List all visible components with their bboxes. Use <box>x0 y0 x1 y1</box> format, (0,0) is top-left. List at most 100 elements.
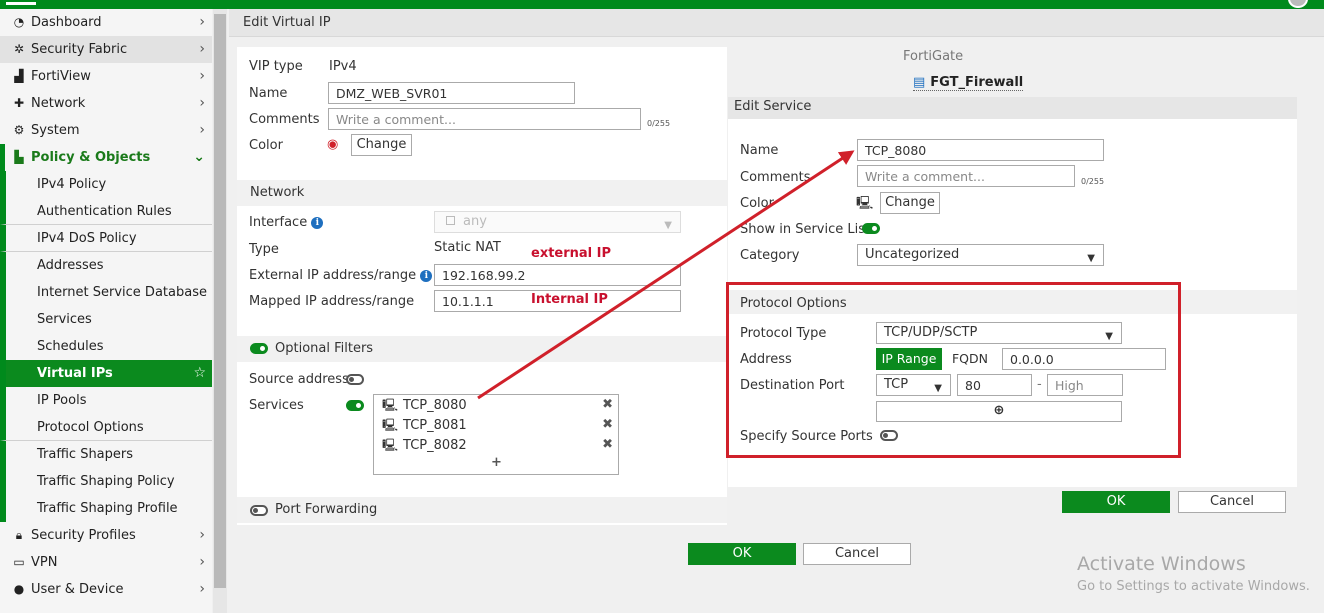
sidebar-item-user-device[interactable]: ● User & Device › <box>0 576 212 603</box>
sidebar-item-traffic-shaping-profile[interactable]: Traffic Shaping Profile <box>0 495 212 522</box>
page-title: Edit Virtual IP <box>243 15 331 30</box>
sidebar-item-ipv4-policy[interactable]: IPv4 Policy <box>0 171 212 198</box>
checkbox-icon <box>446 216 455 225</box>
service-name-input[interactable] <box>857 139 1104 161</box>
external-ip-label: External IP address/range i <box>249 268 433 283</box>
service-entry[interactable]: 🖳︎ TCP_8082 ✖ <box>382 435 618 455</box>
interface-select[interactable]: any ▼ <box>434 211 681 233</box>
service-color-change-button[interactable]: Change <box>880 192 940 214</box>
activate-windows-watermark: Activate Windows <box>1077 553 1246 575</box>
policy-icon: ▙ <box>14 150 24 164</box>
chevron-right-icon: › <box>199 41 205 57</box>
gear-icon: ⚙ <box>13 123 25 137</box>
sidebar-item-network[interactable]: ✚ Network › <box>0 90 212 117</box>
dropdown-arrow-icon: ▼ <box>664 220 672 231</box>
chevron-right-icon: › <box>199 122 205 138</box>
vip-type-value: IPv4 <box>329 59 357 74</box>
services-list[interactable]: 🖳︎ TCP_8080 ✖ 🖳︎ TCP_8081 ✖ 🖳︎ TCP_8082 ✖ + <box>373 394 619 475</box>
vip-name-input[interactable] <box>328 82 575 104</box>
service-comments-input[interactable] <box>857 165 1075 187</box>
service-color-icon[interactable]: 🖳︎ <box>856 194 873 216</box>
sidebar-item-ip-pools[interactable]: IP Pools <box>0 387 212 414</box>
fortigate-label: FortiGate <box>903 49 964 64</box>
vip-cancel-button[interactable]: Cancel <box>803 543 911 565</box>
remove-icon[interactable]: ✖ <box>602 435 613 455</box>
show-in-list-toggle[interactable] <box>862 223 880 234</box>
sidebar-item-protocol-options[interactable]: Protocol Options <box>0 414 212 441</box>
sidebar-item-ipv4-dos-policy[interactable]: IPv4 DoS Policy <box>0 225 212 252</box>
sidebar: ◔ Dashboard › ✲ Security Fabric › ▟ FortiView… <box>0 9 212 613</box>
color-swatch-icon[interactable]: ◉ <box>327 137 338 152</box>
service-ok-button[interactable]: OK <box>1062 491 1170 513</box>
show-in-list-label: Show in Service List <box>740 222 871 237</box>
sidebar-item-policy-objects[interactable]: ▙ Policy & Objects ⌄ <box>0 144 212 171</box>
sidebar-item-dashboard[interactable]: ◔ Dashboard › <box>0 9 212 36</box>
category-select[interactable]: Uncategorized ▼ <box>857 244 1104 266</box>
fabric-icon: ✲ <box>13 42 25 56</box>
name-label: Name <box>249 86 288 101</box>
network-icon: ✚ <box>13 96 25 110</box>
services-toggle[interactable] <box>346 400 364 411</box>
sidebar-item-authentication-rules[interactable]: Authentication Rules <box>0 198 212 225</box>
sidebar-item-security-profiles[interactable]: 🔒︎ Security Profiles › <box>0 522 212 549</box>
remove-icon[interactable]: ✖ <box>602 395 613 415</box>
top-bar <box>0 0 1324 9</box>
chevron-right-icon: › <box>199 95 205 111</box>
source-address-toggle[interactable] <box>346 374 364 385</box>
chevron-right-icon: › <box>199 554 205 570</box>
external-ip-input[interactable] <box>434 264 681 286</box>
vip-comments-input[interactable] <box>328 108 641 130</box>
protocol-options-highlight-box <box>726 282 1181 458</box>
service-entry[interactable]: 🖳︎ TCP_8081 ✖ <box>382 415 618 435</box>
port-forwarding-section-header: Port Forwarding <box>237 497 727 523</box>
service-comments-counter: 0/255 <box>1081 177 1105 186</box>
activate-windows-subtext: Go to Settings to activate Windows. <box>1077 579 1310 594</box>
category-label: Category <box>740 248 800 263</box>
color-label: Color <box>249 138 283 153</box>
sidebar-item-internet-service-database[interactable]: Internet Service Database <box>0 279 212 306</box>
service-name-label: Name <box>740 143 779 158</box>
user-icon: ● <box>13 582 25 596</box>
port-forwarding-toggle[interactable] <box>250 505 268 516</box>
sidebar-item-fortiview[interactable]: ▟ FortiView › <box>0 63 212 90</box>
optional-filters-toggle[interactable] <box>250 343 268 354</box>
sidebar-item-services[interactable]: Services <box>0 306 212 333</box>
internal-ip-annotation: Internal IP <box>531 292 608 307</box>
remove-icon[interactable]: ✖ <box>602 415 613 435</box>
chart-icon: ▟ <box>14 69 24 83</box>
vip-ok-button[interactable]: OK <box>688 543 796 565</box>
vip-color-change-button[interactable]: Change <box>351 134 412 156</box>
info-icon[interactable]: i <box>311 217 324 229</box>
sidebar-scrollbar-thumb[interactable] <box>214 14 226 588</box>
sidebar-item-addresses[interactable]: Addresses <box>0 252 212 279</box>
mapped-ip-label: Mapped IP address/range <box>249 294 415 309</box>
source-address-label: Source address <box>249 372 349 387</box>
sidebar-item-traffic-shaping-policy[interactable]: Traffic Shaping Policy <box>0 468 212 495</box>
add-service-icon[interactable]: + <box>491 455 502 470</box>
sidebar-item-system[interactable]: ⚙ System › <box>0 117 212 144</box>
chevron-right-icon: › <box>199 581 205 597</box>
vip-type-label: VIP type <box>249 59 303 74</box>
sidebar-item-traffic-shapers[interactable]: Traffic Shapers <box>0 441 212 468</box>
lock-icon: 🔒︎ <box>15 528 23 542</box>
comments-counter: 0/255 <box>647 119 671 128</box>
service-icon: 🖳︎ <box>382 418 399 432</box>
sidebar-item-vpn[interactable]: ▭ VPN › <box>0 549 212 576</box>
laptop-icon: ▭ <box>13 555 25 569</box>
fortigate-device[interactable]: ▤ FGT_Firewall <box>913 75 1024 91</box>
service-entry[interactable]: 🖳︎ TCP_8080 ✖ <box>382 395 618 415</box>
star-icon[interactable]: ☆ <box>193 360 206 387</box>
sidebar-item-virtual-ips[interactable]: Virtual IPs ☆ <box>0 360 212 387</box>
service-cancel-button[interactable]: Cancel <box>1178 491 1286 513</box>
dashboard-icon: ◔ <box>13 15 25 29</box>
service-icon: 🖳︎ <box>382 398 399 412</box>
optional-filters-section-header: Optional Filters <box>237 336 727 362</box>
info-icon[interactable]: i <box>420 270 433 282</box>
sidebar-item-schedules[interactable]: Schedules <box>0 333 212 360</box>
service-comments-label: Comments <box>740 170 811 185</box>
user-avatar[interactable] <box>1288 0 1308 8</box>
chevron-right-icon: › <box>199 527 205 543</box>
sidebar-item-security-fabric[interactable]: ✲ Security Fabric › <box>0 36 212 63</box>
interface-label: Interface i <box>249 215 324 230</box>
page-header: Edit Virtual IP <box>229 9 1324 37</box>
